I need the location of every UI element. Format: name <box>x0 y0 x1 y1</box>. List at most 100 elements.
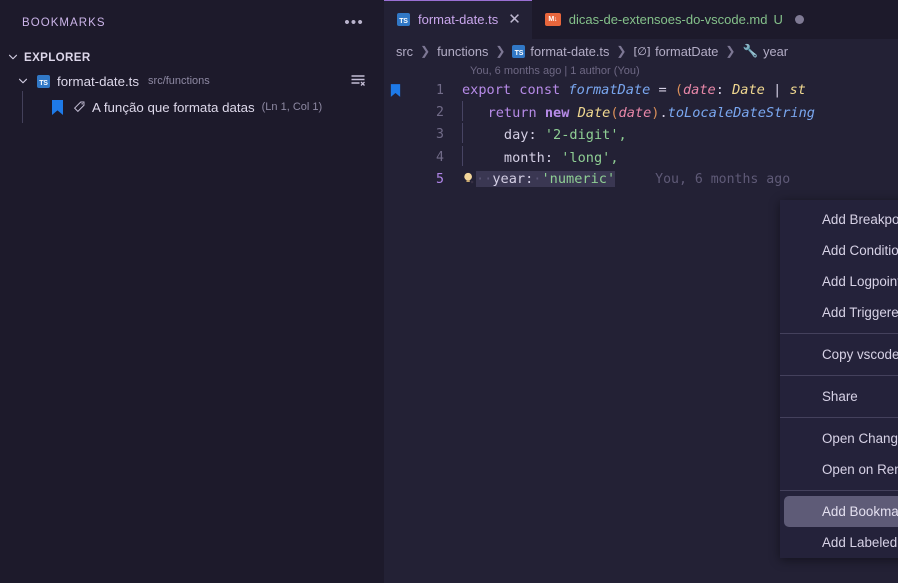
ts-file-icon: TS <box>512 44 526 58</box>
file-name: format-date.ts <box>57 73 140 89</box>
breadcrumb-label: formatDate <box>655 43 719 59</box>
menu-item-add-conditional-breakpoint[interactable]: Add Conditional Breakpoint... <box>784 235 898 266</box>
selected-text: ··year:·'numeric' <box>476 171 616 188</box>
tab-format-date-ts[interactable]: TS format-date.ts ✕ <box>384 0 532 39</box>
breadcrumb-label: year <box>763 43 788 59</box>
menu-item-label: Add Labeled Bookmark <box>822 535 898 550</box>
menu-item-add-breakpoint[interactable]: Add Breakpoint <box>784 204 898 235</box>
menu-item-label: Open on Remote (Web) <box>822 462 898 477</box>
section-label: EXPLORER <box>24 50 91 64</box>
token-punctuation: . <box>659 104 668 121</box>
editor-area: TS format-date.ts ✕ M↓ dicas-de-extensoe… <box>384 0 898 583</box>
token-punctuation: ( <box>674 82 683 98</box>
token-operator: = <box>658 82 667 98</box>
token-parameter: date <box>618 104 652 121</box>
breadcrumb-label: functions <box>437 43 489 59</box>
sidebar-header: BOOKMARKS ••• <box>0 0 384 46</box>
chevron-down-icon <box>4 48 22 66</box>
code-line-3: 3 day: '2-digit', <box>384 123 898 146</box>
line-number-active: 5 <box>436 172 444 188</box>
file-path: src/functions <box>148 75 210 87</box>
tab-label: dicas-de-extensoes-do-vscode.md <box>568 12 768 27</box>
line-number: 2 <box>436 105 444 121</box>
code-content: day: '2-digit', <box>462 123 627 146</box>
blame-inline-annotation: You, 6 months ago <box>655 172 791 188</box>
breadcrumb-item-year[interactable]: 🔧 year <box>742 44 787 59</box>
token-string: 'long', <box>561 149 619 166</box>
line-number: 1 <box>436 82 444 98</box>
bookmark-list-item[interactable]: A função que formata datas (Ln 1, Col 1) <box>0 91 384 123</box>
code-content: month: 'long', <box>462 145 619 169</box>
breadcrumb-item-formatdate[interactable]: [∅] formatDate <box>633 44 718 59</box>
menu-item-label: Open Changes <box>822 431 898 446</box>
menu-item-label: Add Conditional Breakpoint... <box>822 243 898 258</box>
code-line-4: 4 month: 'long', <box>384 145 898 169</box>
menu-item-copy-vscode-dev-link[interactable]: Copy vscode.dev Link <box>784 339 898 370</box>
menu-separator <box>780 333 898 334</box>
breadcrumb-label: src <box>396 43 414 59</box>
unsaved-indicator[interactable] <box>794 15 804 24</box>
breadcrumb-separator: ❯ <box>725 44 736 58</box>
code-line-2: 2 return new Date(date).toLocaleDateStri… <box>384 100 898 123</box>
menu-separator <box>780 417 898 418</box>
token-property: year: <box>492 171 534 188</box>
token-parameter: date <box>683 82 716 98</box>
indent-guide <box>462 123 463 144</box>
breadcrumb-item-src[interactable]: src <box>396 44 413 59</box>
token-type: Date <box>577 104 611 121</box>
ts-file-icon: TS <box>37 74 50 88</box>
indent-guide <box>22 91 23 123</box>
symbol-variable-icon: [∅] <box>633 44 651 58</box>
editor-tabbar: TS format-date.ts ✕ M↓ dicas-de-extensoe… <box>384 0 898 39</box>
token-keyword: return <box>487 104 537 121</box>
token-property: day: <box>503 127 537 144</box>
vscode-window: BOOKMARKS ••• EXPLORER TS format-date.ts… <box>0 0 898 583</box>
menu-item-label: Add Triggered Breakpoint... <box>822 305 898 320</box>
ellipsis-icon[interactable]: ••• <box>338 14 370 32</box>
breadcrumb-label: format-date.ts <box>530 43 610 59</box>
menu-item-share[interactable]: Share ❯ <box>784 381 898 412</box>
menu-item-open-changes[interactable]: Open Changes ❯ <box>784 423 898 454</box>
sidebar-title: BOOKMARKS <box>22 17 106 29</box>
menu-item-open-on-remote-web[interactable]: Open on Remote (Web) ❯ <box>784 454 898 485</box>
chevron-down-icon <box>14 72 32 90</box>
menu-separator <box>780 375 898 376</box>
menu-item-add-labeled-bookmark[interactable]: Add Labeled Bookmark <box>784 527 898 558</box>
breadcrumb-item-functions[interactable]: functions <box>437 44 488 59</box>
menu-item-add-bookmark[interactable]: Add Bookmark <box>784 496 898 527</box>
token-property: month: <box>503 149 554 166</box>
context-menu: Add Breakpoint Add Conditional Breakpoin… <box>780 200 898 558</box>
token-string: 'numeric' <box>541 171 616 188</box>
ts-file-icon: TS <box>397 13 410 26</box>
blame-annotation: You, 6 months ago | 1 author (You) <box>470 65 640 77</box>
section-explorer[interactable]: EXPLORER <box>0 46 384 68</box>
menu-item-label: Add Bookmark <box>822 504 898 519</box>
bookmark-icon <box>51 99 65 115</box>
close-icon[interactable]: ✕ <box>508 12 521 27</box>
token-type: st <box>789 82 806 98</box>
token-keyword: export <box>462 82 512 98</box>
bookmark-position: (Ln 1, Col 1) <box>261 101 323 113</box>
breadcrumb-separator: ❯ <box>495 44 506 58</box>
menu-item-label: Add Logpoint... <box>822 274 898 289</box>
markdown-file-icon: M↓ <box>544 13 561 26</box>
indent-guide <box>462 100 463 121</box>
code-content: export const formatDate = (date: Date | … <box>462 79 806 101</box>
breadcrumb-item-file[interactable]: TS format-date.ts <box>512 44 609 59</box>
bookmark-icon[interactable] <box>384 83 406 98</box>
token-punctuation: : <box>715 82 724 98</box>
tab-dicas-md[interactable]: M↓ dicas-de-extensoes-do-vscode.md U <box>531 0 815 39</box>
menu-item-add-triggered-breakpoint[interactable]: Add Triggered Breakpoint... <box>784 297 898 328</box>
bookmark-label: A função que formata datas <box>92 99 255 115</box>
tag-icon <box>73 100 87 114</box>
breadcrumb-separator: ❯ <box>420 44 431 58</box>
token-method: toLocaleDateString <box>667 104 815 121</box>
token-operator: | <box>773 82 782 98</box>
git-status-badge: U <box>773 12 783 27</box>
menu-item-add-logpoint[interactable]: Add Logpoint... <box>784 266 898 297</box>
tree-file-format-date[interactable]: TS format-date.ts src/functions <box>0 68 384 94</box>
breadcrumb-separator: ❯ <box>616 44 627 58</box>
clear-all-icon[interactable] <box>350 73 366 89</box>
symbol-property-icon: 🔧 <box>742 43 759 58</box>
lightbulb-icon[interactable] <box>462 170 476 184</box>
